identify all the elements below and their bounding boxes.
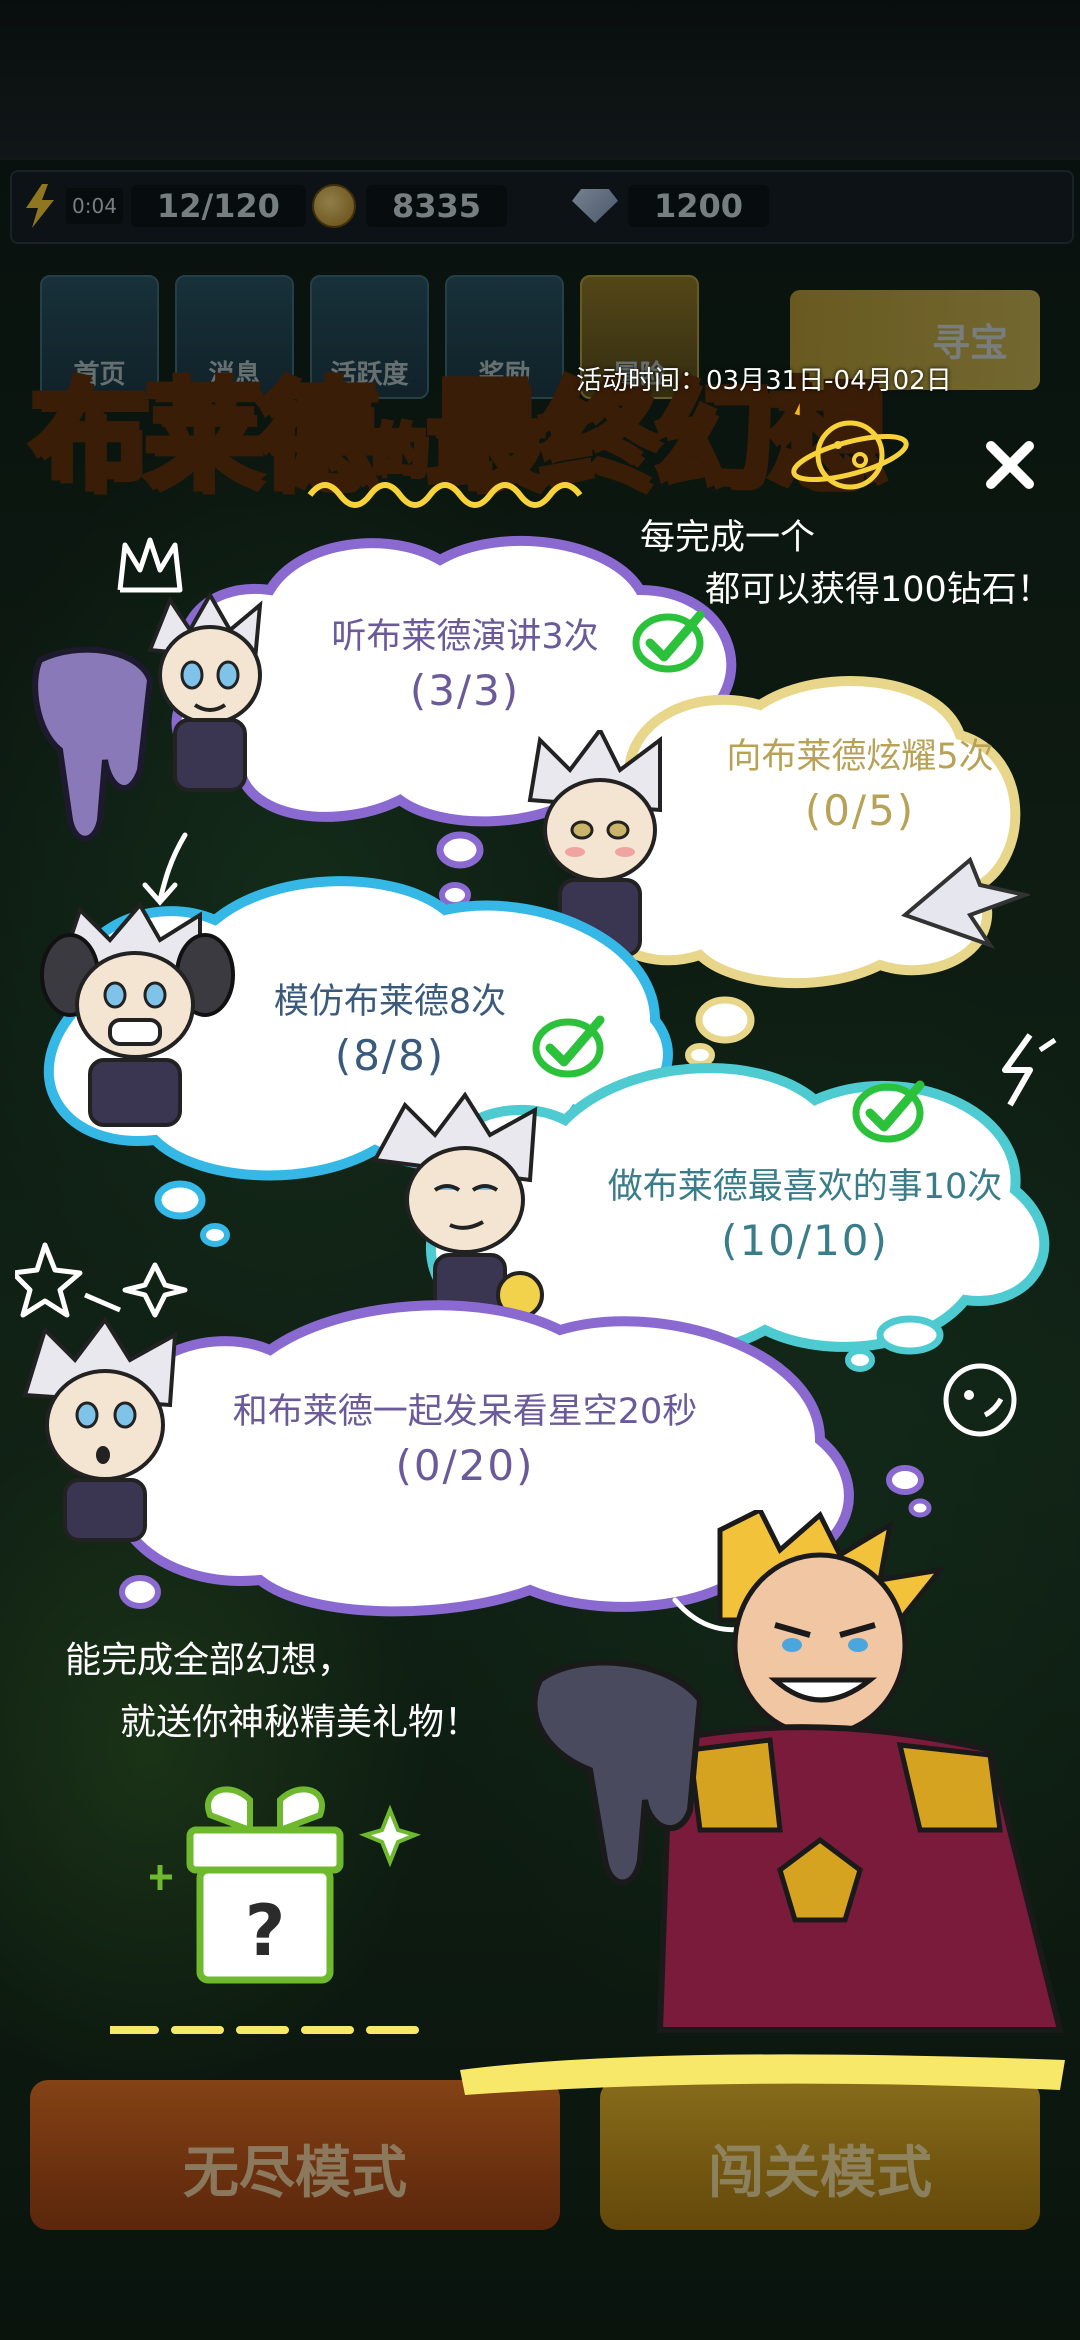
finish-note: 能完成全部幻想， 就送你神秘精美礼物！ (65, 1630, 480, 1754)
crystal-item-icon (901, 856, 1030, 949)
chibi-blade-icon (147, 590, 263, 792)
finish-note-line2: 就送你神秘精美礼物！ (120, 1702, 481, 1743)
task-5-label: 和布莱德一起发呆看星空20秒 (232, 1392, 698, 1432)
task-4-progress: (10/10) (721, 1216, 889, 1265)
thought-bubbles-decoration (154, 1180, 230, 1247)
event-time: 活动时间：03月31日-04月02日 (576, 366, 952, 396)
thought-bubbles-decoration (119, 1575, 161, 1609)
task-4-label: 做布莱德最喜欢的事10次 (607, 1167, 1003, 1207)
task-5-progress: (0/20) (395, 1441, 535, 1490)
task-3-label: 模仿布莱德8次 (273, 982, 507, 1022)
chibi-blade-crying-icon (40, 901, 235, 1127)
moon-doodle (943, 1363, 1017, 1437)
task-5: 和布莱德一起发呆看星空20秒 (0/20) (225, 1385, 705, 1493)
close-icon[interactable] (975, 430, 1045, 500)
planet-icon (791, 420, 909, 490)
dashed-underline (110, 2026, 424, 2034)
squiggle-decoration (307, 482, 583, 508)
task-2-progress: (0/5) (804, 786, 916, 835)
gift-question-mark: ? (245, 1890, 286, 1972)
check-icon (852, 1080, 925, 1143)
task-2: 向布莱德炫耀5次 (0/5) (700, 730, 1020, 838)
chibi-blade-stargazing-icon (22, 1316, 178, 1542)
task-2-label: 向布莱德炫耀5次 (726, 737, 994, 777)
mystery-gift-icon[interactable]: ? (150, 1780, 440, 2010)
finish-note-line1: 能完成全部幻想， (65, 1640, 354, 1681)
yellow-brush-stroke (460, 2054, 1065, 2095)
task-4: 做布莱德最喜欢的事10次 (10/10) (580, 1160, 1030, 1268)
task-1-label: 听布莱德演讲3次 (331, 617, 599, 657)
hero-blade-thumbs-down-icon (531, 1510, 1064, 2033)
chibi-blade-smug-icon (371, 1091, 544, 1319)
